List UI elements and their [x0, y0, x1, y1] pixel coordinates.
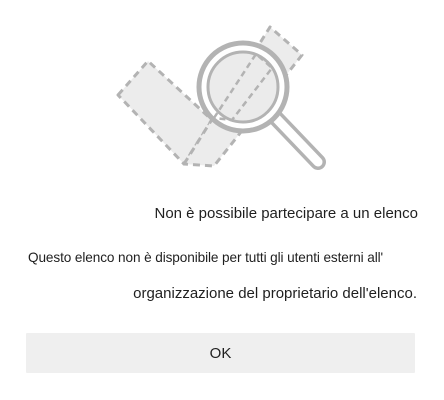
dialog-message: Questo elenco non è disponibile per tutt…: [28, 248, 417, 304]
empty-list-magnifier-illustration: [116, 25, 326, 170]
dialog-message-line2: organizzazione del proprietario dell'ele…: [133, 285, 417, 302]
dialog-title: Non è possibile partecipare a un elenco: [154, 205, 418, 222]
dialog-message-line1: Questo elenco non è disponibile per tutt…: [28, 250, 384, 265]
ok-button[interactable]: OK: [26, 333, 415, 373]
